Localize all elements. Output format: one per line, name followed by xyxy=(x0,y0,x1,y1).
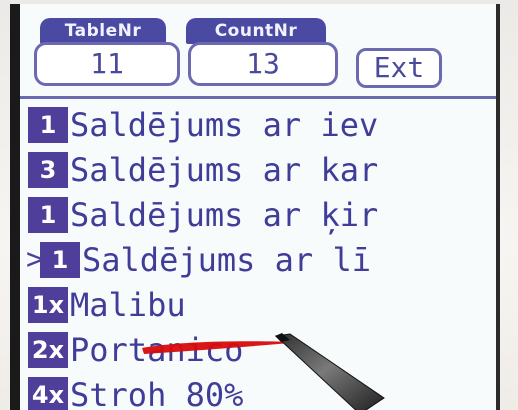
screen-bezel-right xyxy=(496,4,500,410)
item-name: Stroh 80% xyxy=(70,376,244,410)
item-quantity: 1 xyxy=(28,197,68,233)
item-name: Saldējums ar lī xyxy=(82,241,371,279)
item-quantity: 2x xyxy=(28,332,68,368)
table-number-label: TableNr xyxy=(40,18,166,44)
selection-marker: > xyxy=(26,242,45,277)
item-quantity: 4x xyxy=(28,377,68,410)
screen-bezel-left xyxy=(10,4,20,410)
item-name: Saldējums ar iev xyxy=(70,106,379,144)
list-item[interactable]: 1 Saldējums ar iev xyxy=(20,102,496,147)
stylus-pen-icon xyxy=(274,333,385,410)
item-quantity: 1 xyxy=(28,107,68,143)
ext-button[interactable]: Ext xyxy=(356,48,442,88)
item-quantity: 3 xyxy=(28,152,68,188)
count-number-label: CountNr xyxy=(186,18,326,44)
item-name: Malibu xyxy=(70,286,186,324)
table-number-field[interactable]: 11 xyxy=(34,42,180,86)
touch-screen[interactable]: TableNr CountNr 11 13 Ext 1 Saldējums ar… xyxy=(20,4,496,410)
list-item-selected[interactable]: > 1 Saldējums ar lī xyxy=(20,237,496,282)
header-divider xyxy=(20,96,496,99)
order-header: TableNr CountNr 11 13 Ext xyxy=(20,4,496,96)
item-name: Saldējums ar kar xyxy=(70,151,379,189)
list-item[interactable]: 1x Malibu xyxy=(20,282,496,327)
item-quantity: 1x xyxy=(28,287,68,323)
count-number-field[interactable]: 13 xyxy=(188,42,338,86)
item-quantity: 1 xyxy=(40,242,80,278)
pos-device: TableNr CountNr 11 13 Ext 1 Saldējums ar… xyxy=(0,0,518,410)
list-item[interactable]: 1 Saldējums ar ķir xyxy=(20,192,496,237)
list-item[interactable]: 3 Saldējums ar kar xyxy=(20,147,496,192)
item-name: Saldējums ar ķir xyxy=(70,196,379,234)
